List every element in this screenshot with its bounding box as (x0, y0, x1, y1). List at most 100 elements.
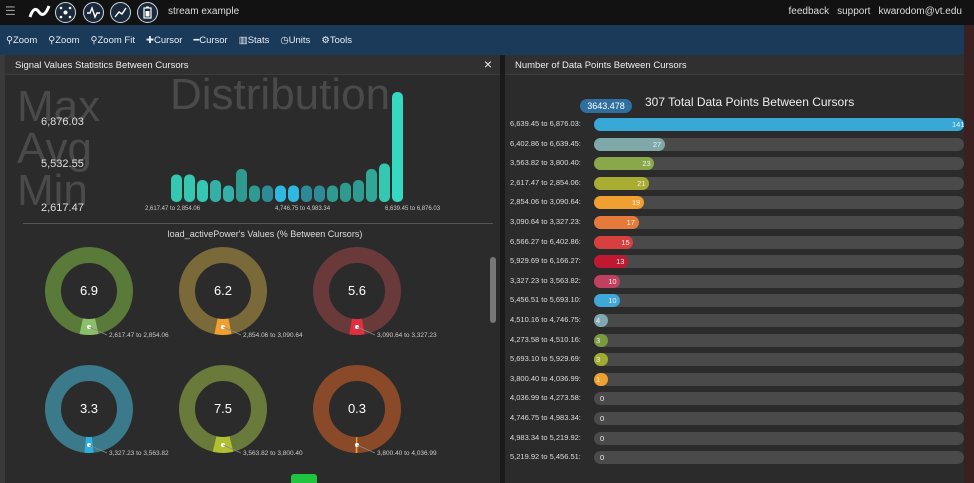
distribution-bar[interactable] (314, 185, 325, 203)
bar-label: 5,693.10 to 5,929.69: (510, 354, 581, 364)
statistics-panel: Signal Values Statistics Between Cursors… (0, 55, 500, 483)
statistics-panel-title: Signal Values Statistics Between Cursors (15, 60, 189, 71)
bar-row[interactable]: 5,219.92 to 5,456.51: 0 (505, 447, 964, 468)
zoom-in-button[interactable]: ⚲Zoom (6, 35, 37, 46)
bar-row[interactable]: 6,639.45 to 6,876.03: 141 (505, 114, 965, 135)
bar-row[interactable]: 3,563.82 to 3,800.40: 23 (505, 153, 964, 174)
bar-track (594, 274, 964, 288)
bar-track (594, 431, 964, 445)
bar-row[interactable]: 4,746.75 to 4,983.34: 0 (505, 408, 964, 429)
distribution-bar[interactable] (392, 92, 403, 202)
bar-track (594, 392, 964, 406)
zoom-out-button[interactable]: ⚲Zoom (48, 35, 79, 46)
donut-range-label: 2,617.47 to 2,854.06 (109, 332, 169, 339)
distribution-bar[interactable] (379, 163, 390, 203)
distribution-bar[interactable] (353, 180, 364, 202)
user-email-link[interactable]: kwarodom@vt.edu (878, 6, 962, 17)
expand-button[interactable] (291, 474, 317, 483)
distribution-bar[interactable] (197, 180, 208, 202)
bar-row[interactable]: 4,983.34 to 5,219.92: 0 (505, 428, 964, 449)
donut-percent: 3.3 (79, 401, 99, 416)
menu-toggle-icon[interactable]: ☰ (5, 4, 16, 18)
bar-label: 4,510.16 to 4,746.75: (510, 315, 581, 324)
distribution-bar[interactable] (288, 185, 299, 203)
donut-percent: 6.2 (213, 283, 233, 298)
units-label: Units (288, 34, 311, 46)
units-button[interactable]: ◷Units (280, 35, 310, 46)
donut-range-label: 3,327.23 to 3,563.82 (109, 450, 169, 457)
bar-row[interactable]: 3,800.40 to 4,036.99: 1 (505, 369, 964, 390)
bar-row[interactable]: 3,327.23 to 3,563.82: 10 (505, 271, 964, 292)
battery-icon[interactable] (137, 2, 158, 23)
distribution-bar[interactable] (301, 185, 312, 203)
tools-button[interactable]: ⚙Tools (321, 35, 352, 46)
distribution-bar[interactable] (249, 185, 260, 203)
bar-count: 15 (621, 237, 630, 247)
support-link[interactable]: support (837, 6, 870, 17)
bar-row[interactable]: 3,090.64 to 3,327.23: 17 (505, 212, 964, 233)
bar-track (594, 353, 964, 367)
bar-row[interactable]: 4,036.99 to 4,273.58: 0 (505, 388, 964, 409)
bar-row[interactable]: 4,273.58 to 4,510.16: 3 (505, 330, 964, 351)
bar-row[interactable]: 2,617.47 to 2,854.06: 21 (505, 173, 964, 194)
bar-count: 10 (608, 276, 617, 286)
bar-count: 10 (608, 296, 617, 306)
distribution-bar[interactable] (236, 169, 247, 202)
bar-label: 3,800.40 to 4,036.99: (510, 373, 581, 383)
bar-row[interactable]: 5,929.69 to 6,166.27: 13 (505, 251, 964, 272)
stats-button[interactable]: ▥Stats (239, 35, 270, 46)
bar-row[interactable]: 5,693.10 to 5,929.69: 3 (505, 349, 964, 370)
network-icon[interactable] (55, 2, 76, 23)
close-icon[interactable]: × (484, 56, 492, 72)
distribution-bar[interactable] (262, 185, 273, 203)
bar-row[interactable]: 5,456.51 to 5,693.10: 10 (505, 290, 964, 311)
search-icon: ⚲ (6, 34, 13, 46)
donut-percent: 5.6 (347, 283, 367, 298)
zoom-fit-button[interactable]: ⚲Zoom Fit (91, 35, 135, 46)
bar-count: 0 (600, 414, 605, 423)
distribution-bar[interactable] (184, 174, 195, 203)
panel-scrollbar[interactable] (490, 257, 496, 323)
distribution-bar[interactable] (366, 169, 377, 202)
bar-count: 0 (600, 453, 605, 463)
bar-label: 4,983.34 to 5,219.92: (510, 432, 581, 442)
distribution-bar[interactable] (171, 174, 182, 203)
bar-label: 3,327.23 to 3,563.82: (510, 275, 581, 285)
max-value: 6,876.03 (41, 116, 84, 128)
distribution-bar[interactable] (340, 182, 351, 202)
bar-row[interactable]: 6,402.86 to 6,639.45: 27 (505, 134, 964, 155)
distribution-bar[interactable] (275, 185, 286, 203)
bar-row[interactable]: 2,854.06 to 3,090.64: 19 (505, 192, 964, 213)
value-badge: 3643.478 (580, 99, 632, 113)
app-logo-icon[interactable] (27, 1, 53, 23)
pulse-icon[interactable] (83, 2, 104, 23)
gear-icon: ⚙ (321, 34, 330, 46)
distribution-bar[interactable] (223, 185, 234, 203)
remove-cursor-button[interactable]: ━Cursor (193, 35, 227, 46)
bar-row[interactable]: 6,566.27 to 6,402.86: 15 (505, 232, 964, 253)
add-cursor-button[interactable]: ✚Cursor (146, 35, 182, 46)
datapoints-panel-title: Number of Data Points Between Cursors (515, 60, 687, 71)
bar-label: 6,566.27 to 6,402.86: (510, 236, 581, 246)
datapoints-summary: 307 Total Data Points Between Cursors (645, 95, 855, 109)
bar-label: 4,036.99 to 4,273.58: (510, 393, 581, 403)
bar-track (594, 451, 964, 465)
donut-percent: 6.9 (79, 283, 99, 298)
toolbar: ⚲Zoom ⚲Zoom ⚲Zoom Fit ✚Cursor ━Cursor ▥S… (0, 25, 964, 55)
donut-chart[interactable]: 5.6 3,090.64 to 3,327.23 (311, 245, 471, 355)
bar-count: 3 (596, 355, 601, 365)
chart-icon[interactable] (110, 2, 131, 23)
distribution-bar[interactable] (210, 180, 221, 202)
bar-track (594, 412, 964, 425)
bar-fill (594, 118, 964, 131)
bar-track (594, 235, 964, 249)
donut-chart[interactable]: 0.3 3,800.40 to 4,036.99 (311, 363, 471, 473)
bar-row[interactable]: 4,510.16 to 4,746.75: 4 (505, 310, 964, 331)
bar-track (594, 176, 964, 190)
bar-label: 4,746.75 to 4,983.34: (510, 413, 581, 422)
clock-icon: ◷ (280, 34, 289, 46)
distribution-bar[interactable] (327, 185, 338, 203)
tools-label: Tools (329, 34, 353, 46)
donut-section-title: load_activePower's Values (% Between Cur… (167, 229, 363, 239)
feedback-link[interactable]: feedback (789, 6, 830, 17)
